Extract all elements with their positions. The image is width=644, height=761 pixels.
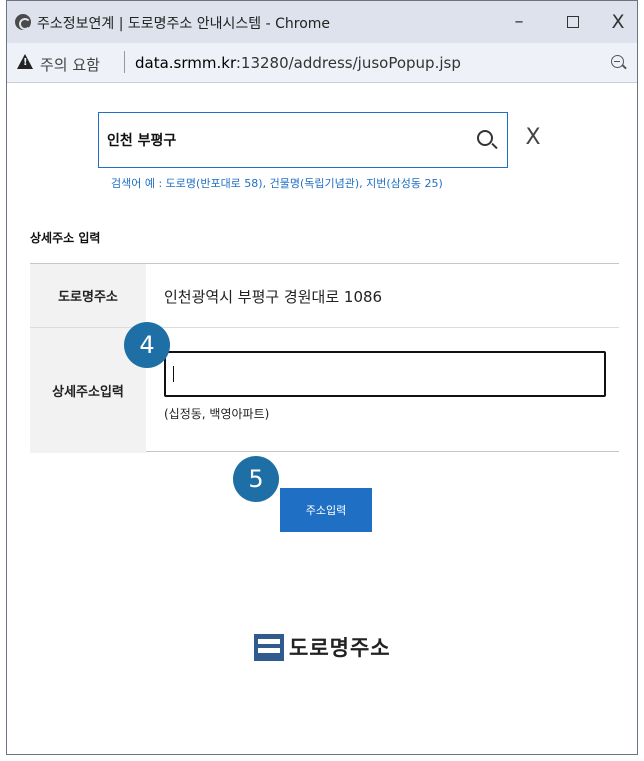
address-bar[interactable]: 주의 요함 data.srmm.kr:13280/address/jusoPop…: [7, 43, 637, 83]
clear-icon[interactable]: X: [521, 124, 545, 152]
step-badge-5: 5: [233, 456, 279, 502]
search-hint: 검색어 예 : 도로명(반포대로 58), 건물명(독립기념관), 지번(삼성동…: [111, 177, 443, 190]
maximize-button[interactable]: [558, 9, 588, 35]
detail-address-hint: (십정동, 백영아파트): [164, 407, 270, 421]
text-caret: [173, 366, 174, 382]
detail-address-input[interactable]: [164, 351, 606, 397]
submit-address-button[interactable]: 주소입력: [280, 488, 372, 532]
url-host: data.srmm.kr: [135, 54, 236, 72]
search-icon[interactable]: [477, 130, 493, 146]
maximize-icon: [567, 16, 579, 28]
road-address-value: 인천광역시 부평구 경원대로 1086: [164, 288, 383, 306]
window-title: 주소정보연계 | 도로명주소 안내시스템 - Chrome: [37, 16, 331, 32]
warning-icon[interactable]: [17, 54, 33, 69]
logo-text: 도로명주소: [289, 636, 391, 660]
security-label[interactable]: 주의 요함: [40, 54, 100, 75]
detail-form-table: 도로명주소 인천광역시 부평구 경원대로 1086 상세주소입력 (십정동, 백…: [30, 263, 619, 453]
logo-icon: [254, 633, 284, 661]
divider: [124, 51, 125, 73]
section-title: 상세주소 입력: [30, 231, 101, 245]
road-address-row: 도로명주소 인천광역시 부평구 경원대로 1086: [30, 264, 619, 328]
step-badge-4: 4: [124, 322, 170, 368]
road-address-logo: 도로명주소: [254, 632, 391, 662]
road-address-label: 도로명주소: [30, 264, 146, 327]
title-bar: 주소정보연계 | 도로명주소 안내시스템 - Chrome – X: [7, 1, 637, 43]
minimize-button[interactable]: –: [504, 9, 534, 35]
detail-address-row: 상세주소입력 (십정동, 백영아파트): [30, 328, 619, 453]
close-button[interactable]: X: [603, 9, 633, 35]
url-text[interactable]: data.srmm.kr:13280/address/jusoPopup.jsp: [135, 54, 461, 72]
chrome-icon: [15, 14, 31, 30]
url-path: :13280/address/jusoPopup.jsp: [235, 54, 461, 72]
search-box: [98, 112, 508, 168]
zoom-icon[interactable]: [611, 55, 624, 68]
search-input[interactable]: [107, 127, 447, 153]
